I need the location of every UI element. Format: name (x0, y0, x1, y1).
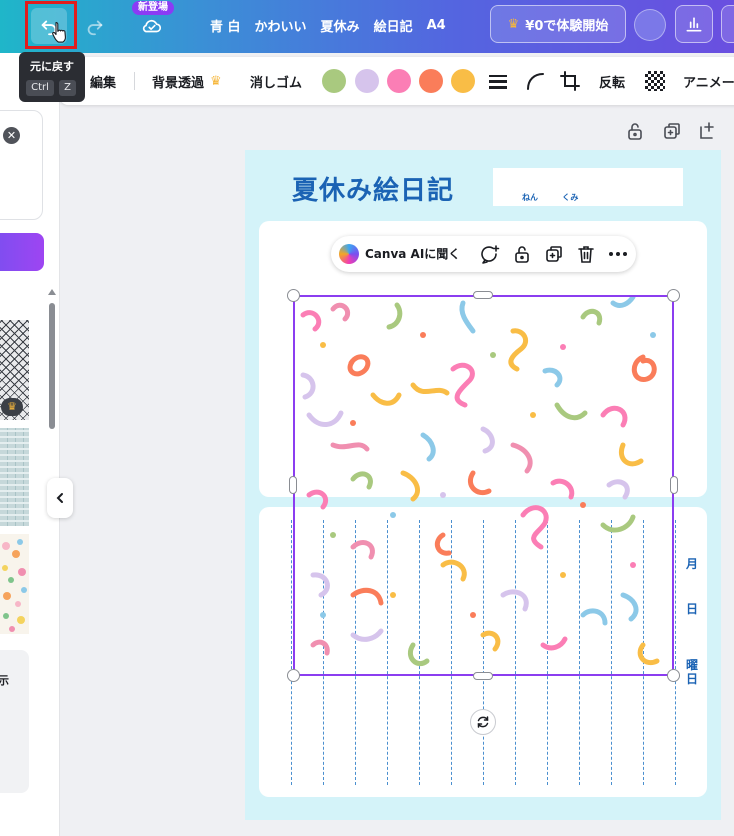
chevron-left-icon (56, 493, 63, 503)
border-style-button[interactable] (488, 57, 508, 105)
color-swatch[interactable] (322, 69, 346, 93)
resize-handle-bottom[interactable] (473, 672, 493, 680)
resize-handle[interactable] (667, 289, 680, 302)
doc-tag[interactable]: 夏休み (321, 16, 360, 35)
add-page-icon[interactable] (697, 120, 719, 142)
add-comment-icon[interactable] (479, 243, 501, 265)
tooltip-title: 元に戻す (30, 60, 74, 73)
background-remove-button[interactable]: 背景透過 ♛ (152, 57, 222, 105)
resize-handle-left[interactable] (289, 476, 297, 494)
resize-handle-top[interactable] (473, 291, 493, 299)
color-swatch[interactable] (355, 69, 379, 93)
pro-crown-icon: ♛ (1, 398, 23, 416)
rotate-icon (477, 716, 489, 728)
lock-element-icon[interactable] (511, 243, 533, 265)
scroll-up-arrow-icon[interactable] (48, 289, 56, 295)
diary-title[interactable]: 夏休み絵日記 (292, 170, 454, 207)
ruby-year-label: ねん (522, 193, 538, 202)
animate-button[interactable]: アニメー (683, 57, 734, 105)
eraser-button[interactable]: 消しゴム (250, 57, 302, 105)
redo-button[interactable] (77, 8, 113, 44)
resize-handle[interactable] (287, 669, 300, 682)
side-panel-scrollbar[interactable] (49, 303, 55, 429)
resize-handle-right[interactable] (670, 476, 678, 494)
month-label: 月 (686, 557, 699, 571)
flower-pattern-art (2, 539, 27, 632)
cloud-check-icon (142, 19, 162, 33)
rotate-handle[interactable] (470, 709, 496, 735)
shortcut-key-ctrl: Ctrl (26, 80, 54, 96)
doc-tag[interactable]: A4 (427, 18, 446, 33)
doc-tag[interactable]: かわいい (255, 16, 307, 35)
avatar[interactable] (634, 9, 666, 41)
generate-button[interactable] (0, 233, 44, 271)
color-swatch[interactable] (451, 69, 475, 93)
document-tags: 青 白 かわいい 夏休み 絵日記 A4 (210, 0, 446, 50)
doc-tag[interactable]: 絵日記 (374, 16, 413, 35)
start-trial-label: ¥0で体験開始 (525, 18, 609, 34)
flip-button[interactable]: 反転 (599, 57, 625, 105)
trash-icon[interactable] (575, 243, 597, 265)
resize-handle[interactable] (667, 669, 680, 682)
edit-button[interactable]: 編集 (90, 57, 116, 105)
corner-radius-button[interactable] (525, 57, 545, 105)
start-trial-button[interactable]: ♛ ¥0で体験開始 (490, 5, 626, 43)
insights-button[interactable] (675, 5, 713, 43)
clear-search-icon[interactable]: ✕ (3, 127, 20, 144)
bar-chart-icon (686, 17, 702, 32)
line-weight-icon (489, 75, 507, 89)
redo-icon (87, 20, 103, 36)
canva-ai-icon (339, 244, 359, 264)
editor-top-bar: 新登場 青 白 かわいい 夏休み 絵日記 A4 ♛ ¥0で体験開始 (0, 0, 734, 53)
pattern-thumbnail-weave[interactable] (0, 428, 29, 526)
undo-tooltip: 元に戻す Ctrl Z (19, 52, 85, 102)
toolbar-divider (134, 72, 135, 90)
day-label: 日 (686, 602, 699, 616)
color-swatch[interactable] (387, 69, 411, 93)
corner-curve-icon (527, 73, 544, 90)
ask-canva-ai-button[interactable]: Canva AIに聞く (365, 236, 460, 272)
selection-box[interactable] (293, 295, 674, 676)
pattern-thumbnail-flowers[interactable] (0, 534, 29, 634)
lock-icon[interactable] (624, 120, 646, 142)
transparency-button[interactable] (645, 57, 665, 105)
crown-icon: ♛ (507, 16, 520, 32)
writing-line (291, 520, 292, 785)
new-badge: 新登場 (132, 1, 174, 15)
hand-cursor-icon (52, 21, 66, 43)
transparency-icon (645, 71, 665, 91)
share-button[interactable] (721, 5, 734, 43)
background-remove-label: 背景透過 (152, 75, 205, 91)
crop-button[interactable] (560, 57, 580, 105)
duplicate-element-icon[interactable] (543, 243, 565, 265)
crop-icon (560, 71, 580, 91)
element-floating-toolbar: Canva AIに聞く (331, 236, 636, 272)
search-card[interactable] (0, 110, 43, 220)
crown-icon: ♛ (210, 73, 222, 89)
weekday-label: 曜日 (686, 658, 699, 686)
duplicate-page-icon[interactable] (661, 120, 683, 142)
side-panel-bottom-label: 示 (0, 674, 9, 687)
more-options-icon[interactable] (607, 243, 629, 265)
resize-handle[interactable] (287, 289, 300, 302)
shortcut-key-z: Z (59, 80, 76, 96)
context-toolbar: 編集 背景透過 ♛ 消しゴム 反転 アニメー (60, 57, 734, 105)
collapse-panel-button[interactable] (47, 478, 73, 518)
color-swatch[interactable] (419, 69, 443, 93)
doc-tag[interactable]: 青 白 (210, 16, 241, 35)
writing-line (675, 520, 676, 785)
ruby-group-label: くみ (562, 193, 579, 202)
